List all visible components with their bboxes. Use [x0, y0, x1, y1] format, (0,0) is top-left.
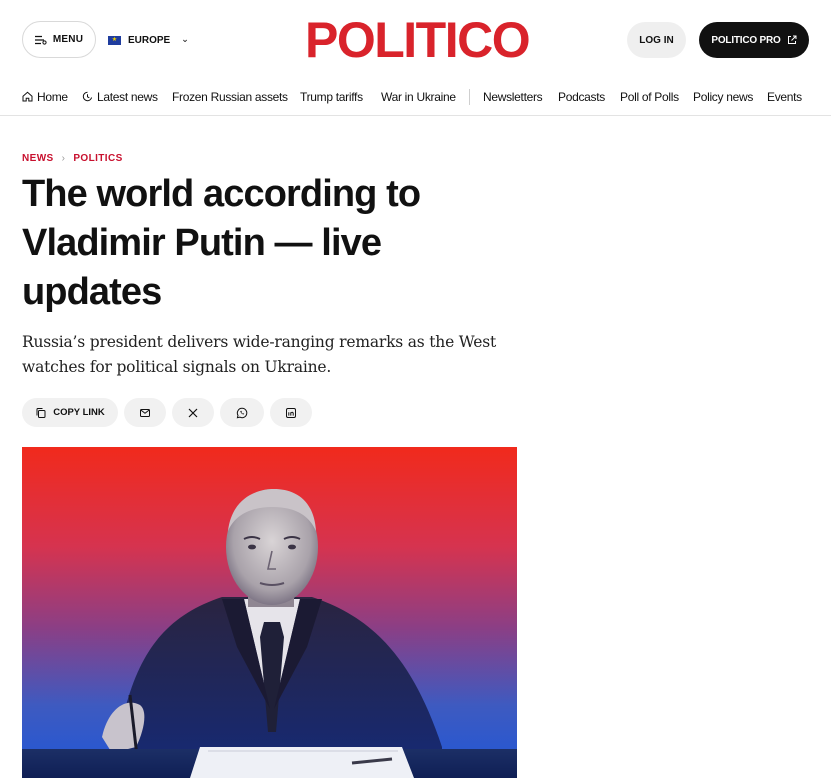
- site-logo[interactable]: POLITICO: [305, 12, 531, 68]
- breadcrumb-news-link[interactable]: NEWS: [22, 153, 54, 164]
- linkedin-icon: [286, 407, 296, 418]
- nav-label: Poll of Polls: [620, 89, 679, 104]
- home-icon: [22, 91, 33, 102]
- eu-flag-icon: ★: [108, 35, 121, 45]
- nav-label: Events: [767, 89, 802, 104]
- menu-icon: [34, 35, 47, 45]
- nav-item-newsletters[interactable]: Newsletters: [483, 80, 543, 113]
- main-nav: Home Latest news Frozen Russian assets T…: [0, 80, 831, 116]
- nav-item-latest-news[interactable]: Latest news: [82, 80, 158, 113]
- menu-label: MENU: [52, 34, 84, 45]
- site-header: MENU ★ EUROPE ⌄ POLITICO LOG IN POLITICO…: [0, 0, 831, 80]
- share-whatsapp-button[interactable]: [220, 398, 264, 427]
- nav-item-policy-news[interactable]: Policy news: [693, 80, 753, 113]
- login-button[interactable]: LOG IN: [627, 22, 686, 58]
- nav-label: War in Ukraine: [381, 89, 456, 104]
- nav-label: Frozen Russian assets: [172, 89, 288, 104]
- nav-label: Latest news: [97, 89, 158, 104]
- nav-label: Policy news: [693, 89, 754, 104]
- copy-icon: [36, 407, 46, 418]
- nav-item-frozen-russian-assets[interactable]: Frozen Russian assets: [172, 80, 288, 113]
- nav-label: Podcasts: [558, 89, 605, 104]
- politico-pro-button[interactable]: POLITICO PRO: [699, 22, 809, 58]
- nav-item-podcasts[interactable]: Podcasts: [558, 80, 605, 113]
- menu-button[interactable]: MENU: [22, 21, 96, 58]
- breadcrumb: NEWS › POLITICS: [22, 151, 123, 165]
- x-icon: [188, 408, 198, 417]
- copy-link-label: COPY LINK: [53, 407, 105, 418]
- chevron-down-icon: ⌄: [181, 33, 189, 44]
- breadcrumb-politics-link[interactable]: POLITICS: [73, 153, 122, 164]
- share-x-button[interactable]: [172, 398, 214, 427]
- email-icon: [140, 408, 150, 417]
- nav-divider: [469, 89, 470, 105]
- whatsapp-icon: [236, 407, 248, 418]
- nav-item-war-in-ukraine[interactable]: War in Ukraine: [381, 80, 456, 113]
- article-dek: Russia’s president delivers wide-ranging…: [22, 333, 497, 376]
- share-email-button[interactable]: [124, 398, 166, 427]
- nav-label: Trump tariffs: [300, 89, 363, 104]
- region-label: EUROPE: [128, 34, 171, 46]
- nav-label: Home: [37, 89, 68, 104]
- nav-item-home[interactable]: Home: [22, 80, 68, 113]
- hero-image: [22, 447, 517, 778]
- nav-item-poll-of-polls[interactable]: Poll of Polls: [620, 80, 679, 113]
- external-link-icon: [787, 35, 797, 44]
- nav-label: Newsletters: [483, 89, 543, 104]
- breadcrumb-separator-icon: ›: [61, 152, 66, 164]
- nav-item-trump-tariffs[interactable]: Trump tariffs: [300, 80, 363, 113]
- politico-pro-label: POLITICO PRO: [711, 34, 781, 46]
- share-linkedin-button[interactable]: [270, 398, 312, 427]
- article-headline: The world according to Vladimir Putin — …: [22, 173, 421, 313]
- region-selector[interactable]: ★ EUROPE ⌄: [108, 30, 189, 50]
- clock-icon: [82, 91, 93, 102]
- share-bar: COPY LINK: [22, 398, 312, 427]
- copy-link-button[interactable]: COPY LINK: [22, 398, 118, 427]
- portrait-illustration: [22, 489, 517, 778]
- nav-item-events[interactable]: Events: [767, 80, 802, 113]
